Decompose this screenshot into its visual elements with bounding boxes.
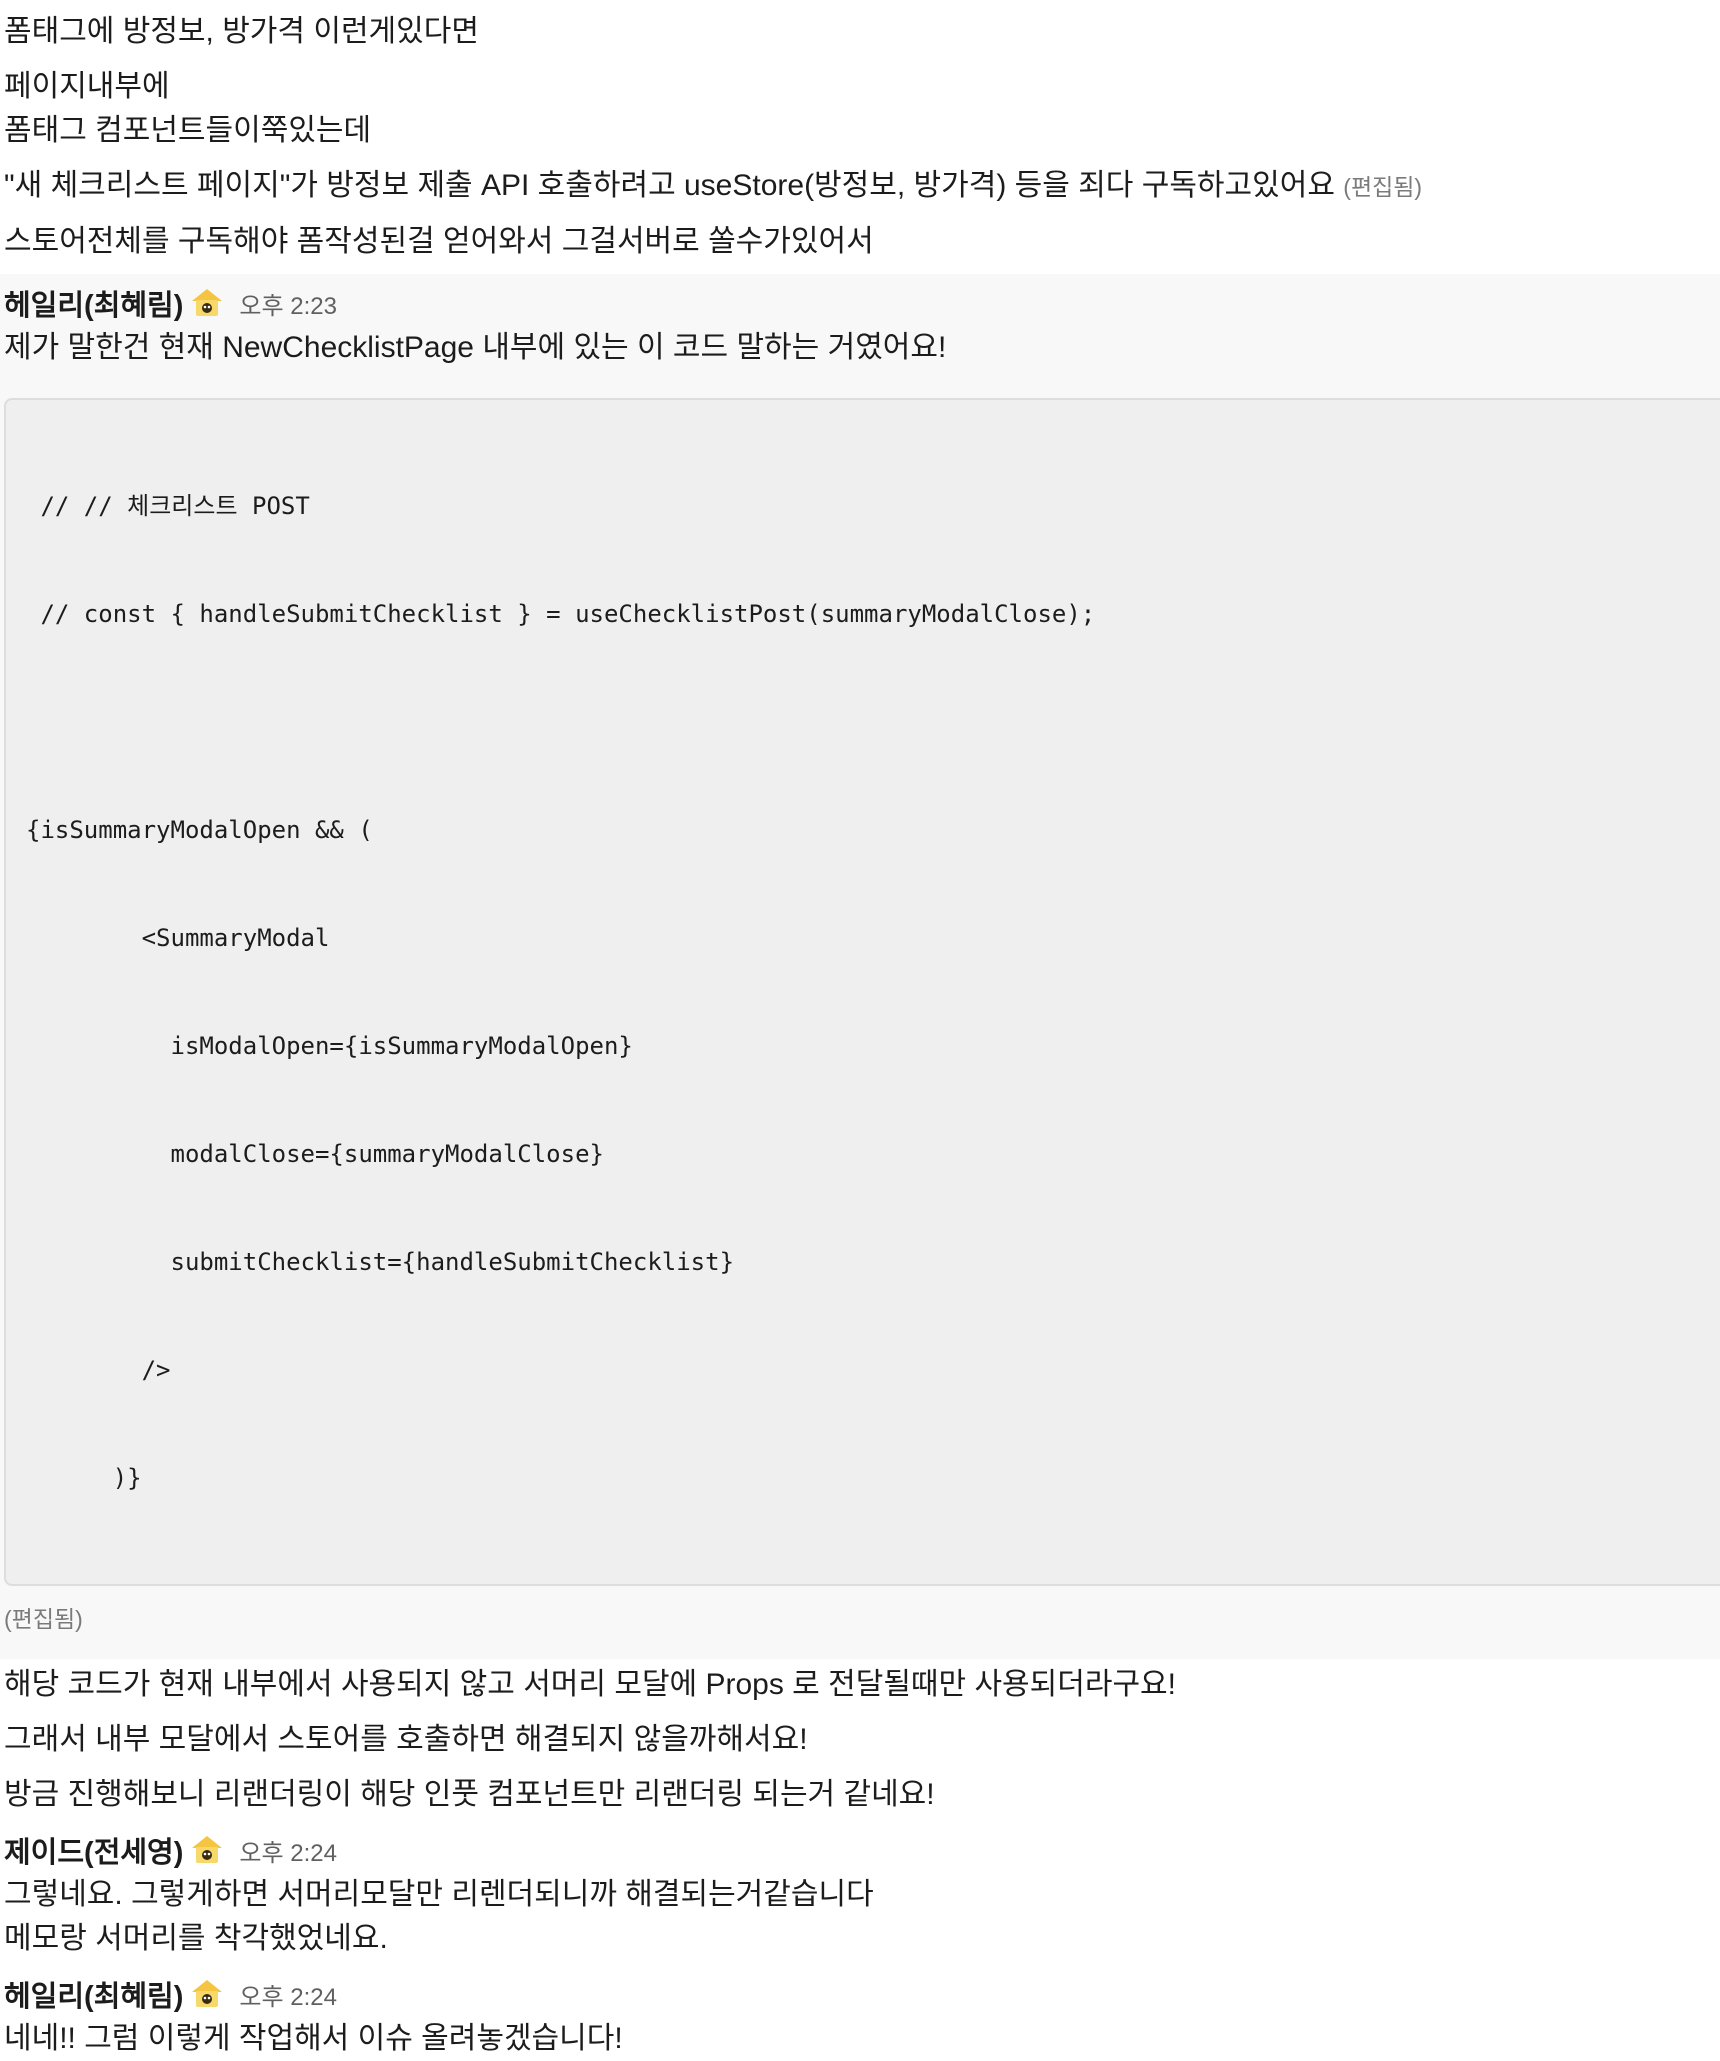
message-header: 헤일리(최혜림) 오후 2:24 bbox=[0, 1971, 1720, 2017]
message-text: 그렇네요. 그렇게하면 서머리모달만 리렌더되니까 해결되는거같습니다 bbox=[4, 1878, 874, 1911]
code-line: // const { handleSubmitChecklist } = use… bbox=[26, 600, 1096, 628]
message-line: 스토어전체를 구독해야 폼작성된걸 얻어와서 그걸서버로 쏠수가있어서 bbox=[4, 225, 874, 258]
code-block: // // 체크리스트 POST // const { handleSubmit… bbox=[4, 398, 1720, 1586]
message-header: 제이드(전세영) 오후 2:24 bbox=[0, 1827, 1720, 1873]
edited-line: (편집됨) bbox=[0, 1596, 1720, 1641]
message[interactable]: 제이드(전세영) 오후 2:24 그렇네요. 그렇게하면 서머리모달만 리렌더되… bbox=[0, 1827, 1720, 1961]
message-header: 헤일리(최혜림) 오후 2:23 bbox=[0, 280, 1720, 326]
timestamp[interactable]: 오후 2:24 bbox=[239, 1833, 337, 1868]
bee-house-icon bbox=[192, 1980, 223, 2007]
code-line: // // 체크리스트 POST bbox=[26, 492, 310, 520]
edited-label: (편집됨) bbox=[1343, 174, 1423, 200]
message-line: 그래서 내부 모달에서 스토어를 호출하면 해결되지 않을까해서요! bbox=[4, 1723, 808, 1756]
code-line: /> bbox=[26, 1356, 171, 1384]
message-line: "새 체크리스트 페이지"가 방정보 제출 API 호출하려고 useStore… bbox=[4, 169, 1423, 202]
message-text: 메모랑 서머리를 착각했었네요. bbox=[4, 1922, 388, 1955]
message-feed: 폼태그에 방정보, 방가격 이런게있다면 페이지내부에 폼태그 컴포넌트들이쭉있… bbox=[0, 10, 1720, 2061]
code-line: submitChecklist={handleSubmitChecklist} bbox=[26, 1248, 735, 1276]
bee-house-icon bbox=[192, 1836, 223, 1863]
message[interactable]: 헤일리(최혜림) 오후 2:24 네네!! 그럼 이렇게 작업해서 이슈 올려놓… bbox=[0, 1971, 1720, 2061]
author-name[interactable]: 제이드(전세영) bbox=[4, 1829, 183, 1871]
message-text: 제가 말한건 현재 NewChecklistPage 내부에 있는 이 코드 말… bbox=[4, 331, 947, 364]
author-name[interactable]: 헤일리(최혜림) bbox=[4, 1973, 183, 2015]
message-line: 방금 진행해보니 리랜더링이 해당 인풋 컴포넌트만 리랜더링 되는거 같네요! bbox=[4, 1778, 935, 1811]
bee-house-icon bbox=[192, 289, 223, 316]
message-line: 폼태그에 방정보, 방가격 이런게있다면 bbox=[4, 15, 479, 48]
message-text: 네네!! 그럼 이렇게 작업해서 이슈 올려놓겠습니다! bbox=[4, 2022, 623, 2055]
code-line: {isSummaryModalOpen && ( bbox=[26, 816, 373, 844]
code-line: )} bbox=[26, 1464, 142, 1492]
message[interactable]: 헤일리(최혜림) 오후 2:23 제가 말한건 현재 NewChecklistP… bbox=[0, 274, 1720, 1659]
code-line: <SummaryModal bbox=[26, 924, 330, 952]
code-line: modalClose={summaryModalClose} bbox=[26, 1140, 604, 1168]
code-line: isModalOpen={isSummaryModalOpen} bbox=[26, 1032, 633, 1060]
edited-label: (편집됨) bbox=[4, 1606, 83, 1632]
message-line: 폼태그 컴포넌트들이쭉있는데 bbox=[4, 114, 372, 147]
timestamp[interactable]: 오후 2:23 bbox=[239, 286, 337, 321]
message-line: 해당 코드가 현재 내부에서 사용되지 않고 서머리 모달에 Props 로 전… bbox=[4, 1668, 1176, 1701]
timestamp[interactable]: 오후 2:24 bbox=[239, 1977, 337, 2012]
author-name[interactable]: 헤일리(최혜림) bbox=[4, 282, 183, 324]
message-line: 페이지내부에 bbox=[4, 70, 170, 103]
